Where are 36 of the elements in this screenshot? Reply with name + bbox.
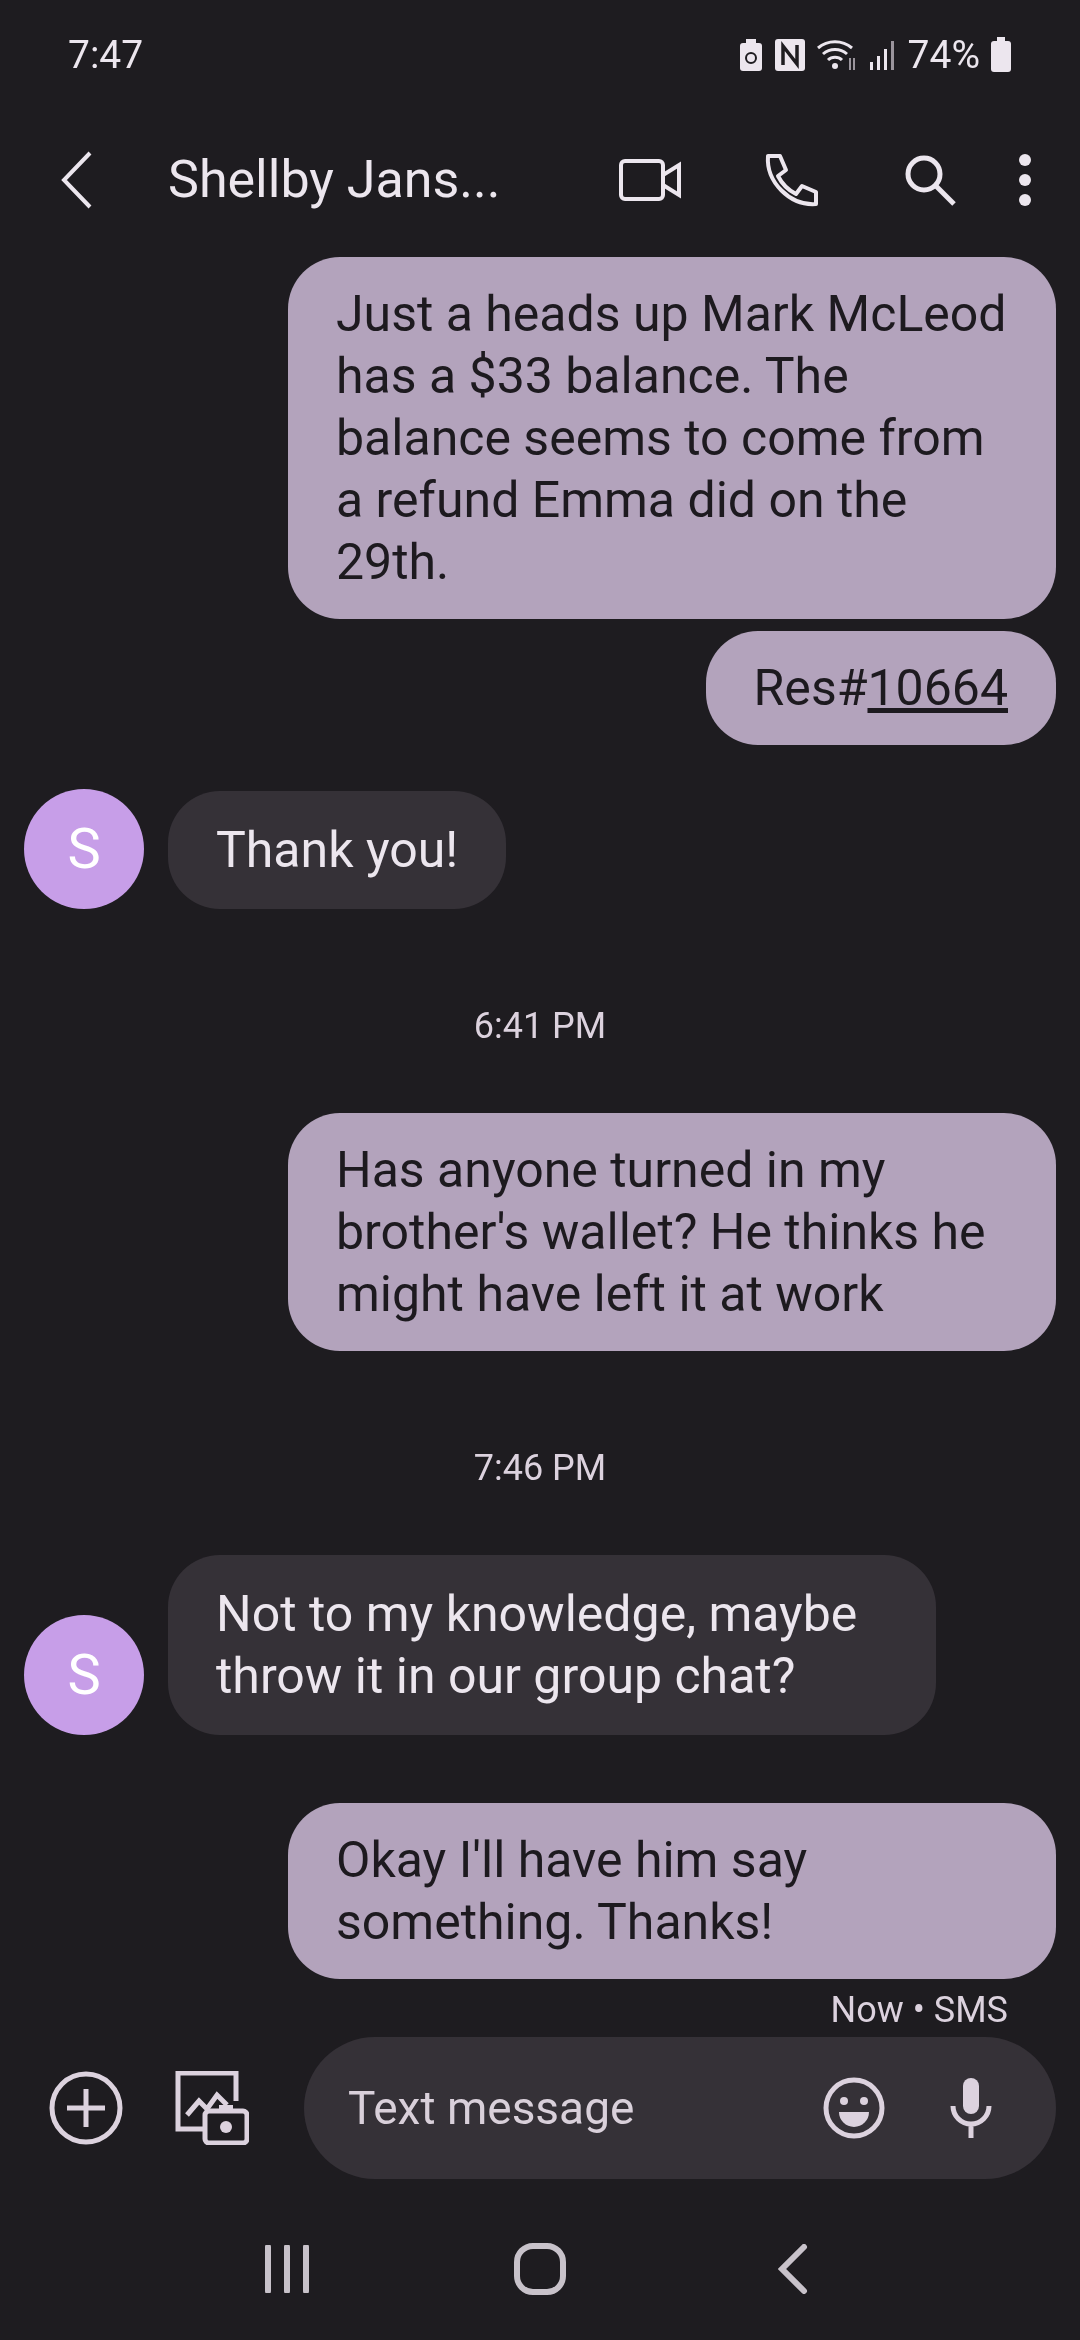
more-icon [1018, 152, 1032, 207]
message-text: Res# [753, 659, 868, 718]
wifi-icon [815, 38, 858, 73]
recent-apps-icon [263, 2244, 310, 2293]
sent-message-bubble[interactable]: Has anyone turned in my brother's wallet? He thinks he might have left it at work [288, 1113, 1056, 1352]
emoji-button[interactable] [822, 2076, 886, 2141]
message-text: Has anyone turned in my brother's wallet? He thinks he might have left it at work [336, 1141, 986, 1324]
timestamp: 7:46 PM [473, 1446, 607, 1492]
sent-message-bubble[interactable]: Res#10664 [705, 631, 1056, 746]
message-text: Okay I'll have him say something. Thanks! [336, 1831, 808, 1952]
received-message-bubble[interactable]: Thank you! [168, 791, 507, 910]
link[interactable]: 10664 [867, 659, 1008, 718]
back-icon [60, 150, 94, 209]
contact-name[interactable]: Shellby Jans... [168, 140, 501, 219]
message-input-field[interactable]: Text message [348, 2073, 822, 2143]
sent-message-bubble[interactable]: Okay I'll have him say something. Thanks! [288, 1803, 1056, 1980]
battery-icon [990, 37, 1012, 74]
video-camera-icon [619, 158, 681, 201]
smiley-icon [823, 2077, 885, 2140]
battery-saver-icon [737, 38, 764, 73]
plus-icon [49, 2071, 123, 2146]
microphone-icon [948, 2076, 994, 2141]
gallery-camera-button[interactable] [174, 2070, 250, 2147]
message-text: Just a heads up Mark McLeod has a $33 balance. The balance seems to come from a refund Emma did on the 29th. [336, 285, 1007, 592]
status-time: 7:47 [68, 30, 144, 80]
sent-message-bubble[interactable]: Just a heads up Mark McLeod has a $33 balance. The balance seems to come from a refund Emma did on the 29th. [288, 257, 1056, 620]
received-message-bubble[interactable]: Not to my knowledge, maybe throw it in our group chat? [168, 1555, 936, 1736]
timestamp: 6:41 PM [473, 1004, 607, 1050]
gallery-camera-icon [175, 2071, 249, 2146]
message-status: Now • SMS [830, 1988, 1008, 2034]
home-icon [514, 2242, 566, 2295]
add-button[interactable] [48, 2070, 124, 2147]
message-field[interactable]: Text message [304, 2037, 1056, 2180]
battery-percentage: 74% [907, 30, 980, 80]
back-icon [778, 2243, 809, 2294]
nfc-icon [773, 38, 806, 73]
